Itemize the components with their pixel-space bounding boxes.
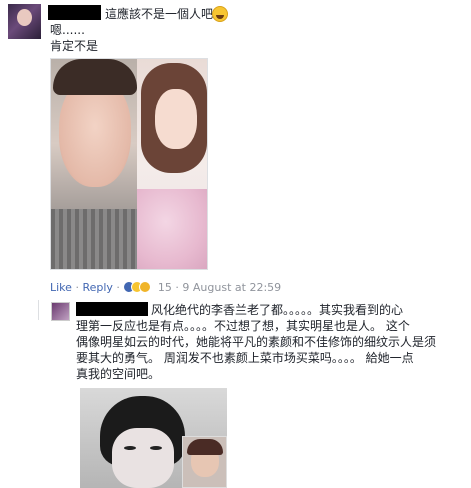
separator-dot: ·	[116, 281, 120, 294]
reaction-count[interactable]: 15	[158, 281, 172, 294]
reply-link[interactable]: Reply	[82, 281, 112, 294]
photo-hair-left	[53, 59, 137, 95]
reply-line-2: 理第一反应也是有点。。。。不过想了想，其实明星也是人。 这个	[76, 319, 410, 333]
reply-line-4: 要其大的勇气。 周润发不也素颜上菜市场买菜吗。。。。 給她一点	[76, 351, 414, 365]
separator-dot: ·	[175, 281, 179, 294]
comment-photo[interactable]	[50, 58, 208, 270]
comment-line-3: 肯定不是	[50, 39, 99, 53]
reply-photo-inset	[182, 436, 227, 488]
reply-avatar[interactable]	[51, 302, 70, 321]
like-link[interactable]: Like	[50, 281, 72, 294]
tongue-reaction-icon[interactable]	[139, 281, 152, 293]
photo-shirt	[51, 209, 137, 269]
reply-line-3: 偶像明星如云的时代，她能将平凡的素颜和不佳修饰的细纹示人是须	[76, 335, 437, 349]
commenter-avatar[interactable]	[8, 4, 41, 39]
photo-right-half	[137, 59, 207, 269]
comment-actions: Like · Reply · 15 · 9 August at 22:59	[50, 281, 281, 295]
reply-line-1: 风化绝代的李香兰老了都。。。。。其实我看到的心	[151, 303, 404, 317]
separator-dot: ·	[75, 281, 79, 294]
comment-text: 這應該不是一個人吧	[105, 7, 214, 21]
inset-hair	[187, 439, 223, 455]
comment-timestamp[interactable]: 9 August at 22:59	[182, 281, 281, 294]
photo-face-right	[155, 89, 197, 149]
reply-photo-eye	[150, 446, 162, 450]
photo-top-right	[137, 189, 207, 269]
reply-photo[interactable]	[80, 388, 227, 488]
reply-line-5: 真我的空间吧。	[76, 367, 161, 381]
photo-left-half	[51, 59, 137, 269]
comment-line-2: 嗯......	[50, 23, 85, 37]
reply-text: 风化绝代的李香兰老了都。。。。。其实我看到的心 理第一反应也是有点。。。。不过想…	[76, 302, 466, 382]
commenter-name-redacted[interactable]	[48, 5, 101, 20]
laughing-emoji-icon	[212, 6, 228, 22]
reply-thread-line	[38, 300, 46, 320]
reply-photo-face	[112, 428, 174, 488]
reply-photo-eye	[124, 446, 136, 450]
